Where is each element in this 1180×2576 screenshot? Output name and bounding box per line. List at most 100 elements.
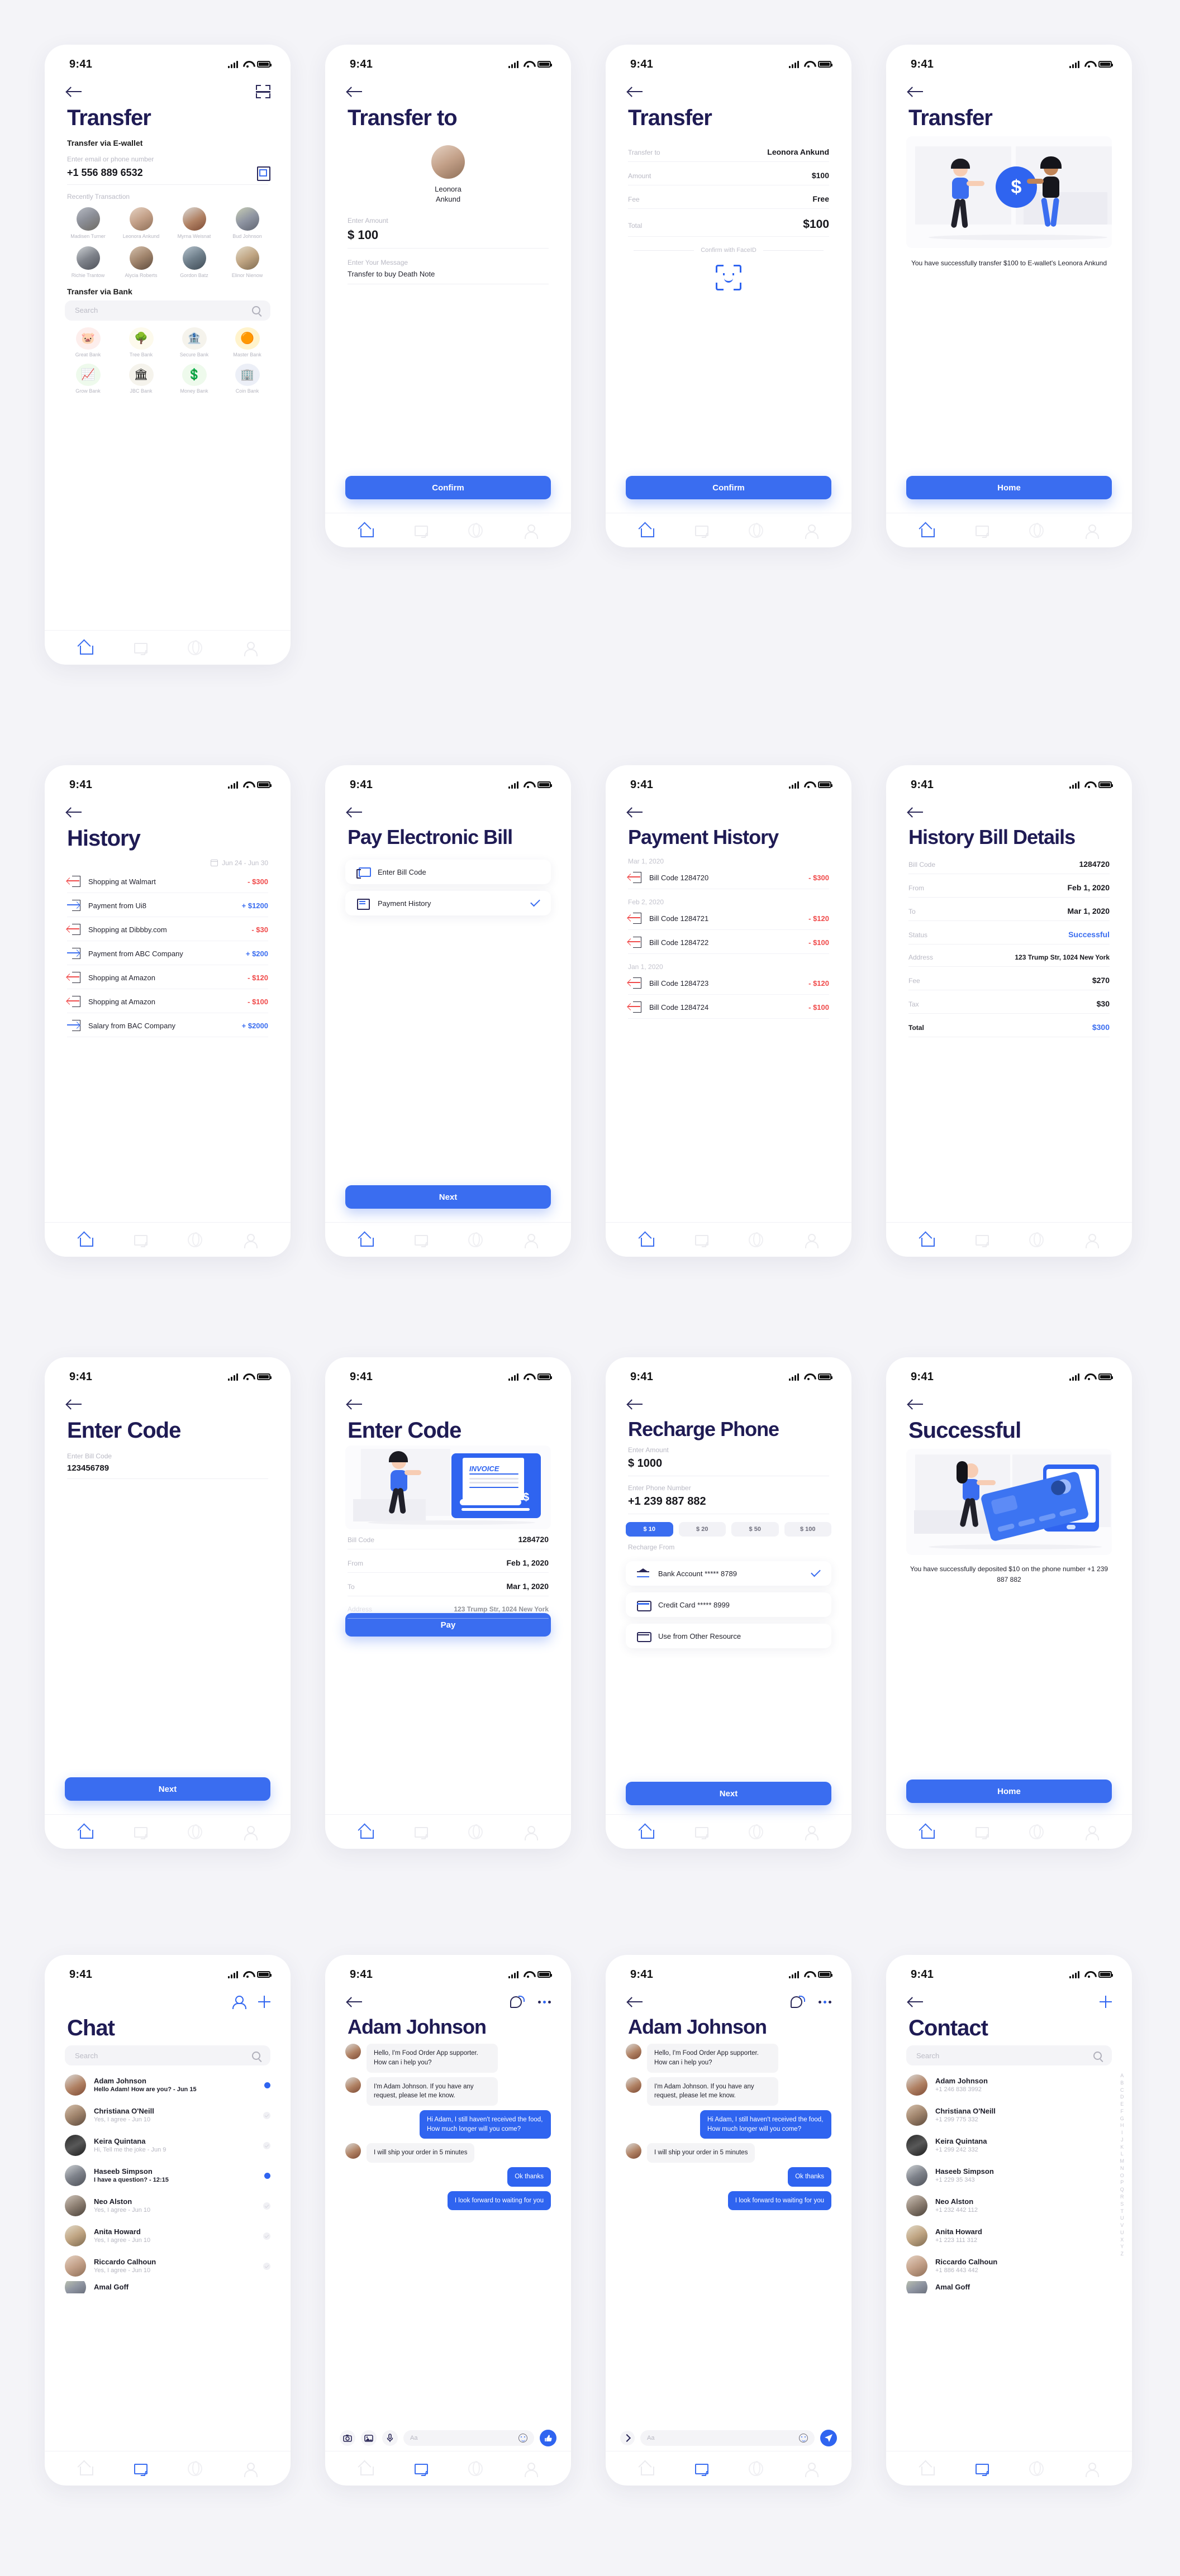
home-button[interactable]: Home <box>906 476 1112 499</box>
alpha-letter[interactable]: A <box>1120 2072 1124 2079</box>
alpha-letter[interactable]: J <box>1121 2136 1124 2144</box>
gallery-icon[interactable] <box>361 2430 377 2446</box>
back-icon[interactable] <box>67 1399 84 1410</box>
contact-item[interactable]: Leonora Ankund <box>115 207 168 240</box>
tab-home[interactable] <box>78 641 93 655</box>
back-icon[interactable] <box>348 807 364 818</box>
tab-chat[interactable] <box>974 1233 989 1247</box>
table-row[interactable]: Bill Code 1284724 - $100 <box>628 995 829 1019</box>
microphone-icon[interactable] <box>382 2430 398 2446</box>
new-chat-icon[interactable] <box>258 1996 270 2008</box>
scan-icon[interactable] <box>256 85 270 98</box>
tab-home[interactable] <box>78 2461 93 2476</box>
back-icon[interactable] <box>908 1399 925 1410</box>
amount-chip[interactable]: $ 20 <box>678 1522 726 1537</box>
tab-explore[interactable] <box>188 1232 202 1247</box>
tab-chat[interactable] <box>133 1233 148 1247</box>
table-row[interactable]: Payment from ABC Company + $200 <box>67 941 268 965</box>
table-row[interactable]: Shopping at Amazon - $120 <box>67 965 268 989</box>
emoji-icon[interactable] <box>518 2434 527 2443</box>
more-options-icon[interactable] <box>538 2000 551 2003</box>
list-item[interactable]: Neo Alston Yes, I agree - Jun 10 <box>45 2191 291 2221</box>
tab-explore[interactable] <box>1029 523 1044 538</box>
back-icon[interactable] <box>908 807 925 818</box>
tab-home[interactable] <box>639 1825 654 1839</box>
confirm-button[interactable]: Confirm <box>345 476 551 499</box>
alpha-letter[interactable]: T <box>1121 2208 1124 2215</box>
tab-explore[interactable] <box>468 523 483 538</box>
list-item[interactable]: Anita Howard Yes, I agree - Jun 10 <box>45 2221 291 2251</box>
message-input[interactable]: Aa <box>403 2430 534 2446</box>
call-icon[interactable] <box>510 1995 525 2009</box>
contact-item[interactable]: Madisen Turner <box>61 207 115 240</box>
next-button[interactable]: Next <box>345 1185 551 1209</box>
option-payment-history[interactable]: Payment History <box>345 891 551 916</box>
amount-value[interactable]: $ 100 <box>348 228 549 242</box>
tab-profile[interactable] <box>523 1825 538 1840</box>
ewallet-input-group[interactable]: Enter email or phone number +1 556 889 6… <box>45 155 291 181</box>
tab-profile[interactable] <box>1084 1233 1099 1248</box>
amount-input-group[interactable]: Enter Amount $ 100 <box>325 217 571 242</box>
tab-explore[interactable] <box>188 2461 202 2476</box>
tab-home[interactable] <box>920 2461 935 2476</box>
tab-home[interactable] <box>639 2461 654 2476</box>
tab-explore[interactable] <box>1029 1824 1044 1839</box>
tab-profile[interactable] <box>523 1233 538 1248</box>
option-enter-bill-code[interactable]: Enter Bill Code <box>345 860 551 885</box>
alpha-letter[interactable]: I <box>1121 2129 1123 2136</box>
back-icon[interactable] <box>348 1996 364 2007</box>
back-icon[interactable] <box>67 86 84 97</box>
back-icon[interactable] <box>628 1399 645 1410</box>
list-item[interactable]: Riccardo Calhoun +1 886 443 442 <box>886 2251 1132 2281</box>
contact-item[interactable]: Alycia Roberts <box>115 246 168 279</box>
back-icon[interactable] <box>348 1399 364 1410</box>
contact-book-icon[interactable] <box>257 166 270 181</box>
chevron-right-icon[interactable] <box>620 2431 635 2445</box>
alpha-letter[interactable]: O <box>1120 2172 1124 2179</box>
alphabet-index[interactable]: A B C D E F G H I J K L M N O P Q R S T <box>1120 2072 1125 2258</box>
tab-explore[interactable] <box>1029 1232 1044 1247</box>
alpha-letter[interactable]: M <box>1120 2158 1125 2165</box>
tab-explore[interactable] <box>1029 2461 1044 2476</box>
back-icon[interactable] <box>628 86 645 97</box>
bill-code-value[interactable]: 123456789 <box>67 1463 268 1473</box>
table-row[interactable]: Shopping at Amazon - $100 <box>67 989 268 1013</box>
tab-explore[interactable] <box>749 2461 763 2476</box>
tab-chat[interactable] <box>974 1825 989 1839</box>
list-item[interactable]: Anita Howard +1 223 111 312 <box>886 2221 1132 2251</box>
message-input-group[interactable]: Enter Your Message Transfer to buy Death… <box>325 259 571 278</box>
tab-home[interactable] <box>920 523 935 538</box>
alpha-letter[interactable]: D <box>1120 2093 1124 2101</box>
source-other-resource[interactable]: Use from Other Resource <box>626 1624 831 1649</box>
tab-profile[interactable] <box>1084 2461 1099 2477</box>
list-item[interactable]: Haseeb Simpson I have a question? - 12:15 <box>45 2160 291 2191</box>
tab-home[interactable] <box>359 1233 374 1247</box>
contact-item[interactable]: Gordon Batz <box>168 246 221 279</box>
tab-chat[interactable] <box>974 523 989 538</box>
confirm-button[interactable]: Confirm <box>626 476 831 499</box>
amount-value[interactable]: $ 1000 <box>628 1457 829 1470</box>
tab-home[interactable] <box>639 523 654 538</box>
back-icon[interactable] <box>628 807 645 818</box>
back-icon[interactable] <box>67 807 84 818</box>
add-contact-icon[interactable] <box>1100 1996 1112 2008</box>
message-input[interactable]: Aa <box>640 2430 815 2446</box>
tab-home[interactable] <box>920 1825 935 1839</box>
tab-home[interactable] <box>639 1233 654 1247</box>
more-options-icon[interactable] <box>819 2000 831 2003</box>
alpha-letter[interactable]: F <box>1121 2108 1124 2115</box>
back-icon[interactable] <box>908 1996 925 2007</box>
phone-input-group[interactable]: Enter Phone Number +1 239 887 882 <box>606 1484 851 1508</box>
tab-explore[interactable] <box>468 2461 483 2476</box>
tab-explore[interactable] <box>749 1824 763 1839</box>
tab-chat[interactable] <box>413 2461 428 2476</box>
back-icon[interactable] <box>348 86 364 97</box>
bank-item[interactable]: 💲 Money Bank <box>168 363 221 394</box>
alpha-letter[interactable]: N <box>1120 2165 1124 2172</box>
table-row[interactable]: Shopping at Walmart - $300 <box>67 869 268 893</box>
table-row[interactable]: Bill Code 1284722 - $100 <box>628 930 829 955</box>
tab-explore[interactable] <box>188 1824 202 1839</box>
tab-chat[interactable] <box>413 1233 428 1247</box>
bank-search-input[interactable]: Search <box>65 300 270 321</box>
bank-item[interactable]: 🏛 JBC Bank <box>115 363 168 394</box>
